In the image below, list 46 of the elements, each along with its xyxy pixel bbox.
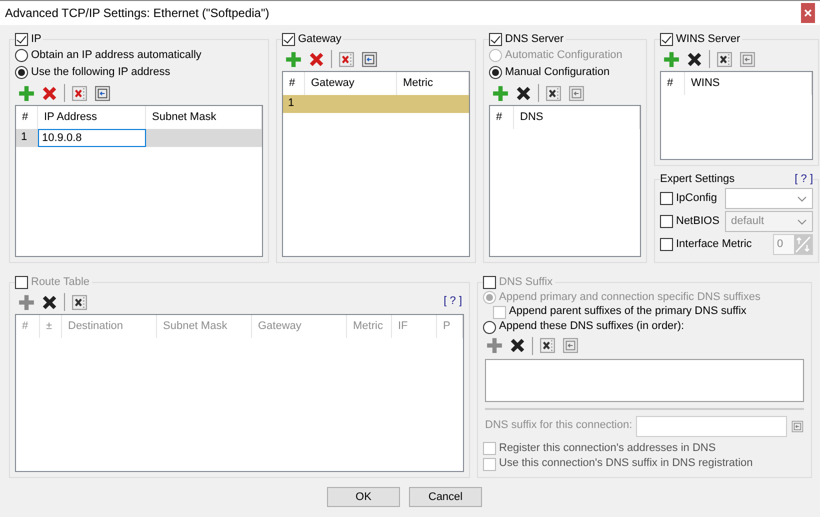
column-header[interactable]: DNS bbox=[514, 106, 640, 129]
import-icon[interactable] bbox=[361, 50, 378, 68]
radio-label[interactable]: Manual Configuration bbox=[505, 66, 610, 80]
table-cell-text: 1 bbox=[20, 131, 28, 145]
radio-label[interactable]: Use the following IP address bbox=[31, 66, 170, 80]
import-icon[interactable] bbox=[791, 420, 804, 433]
plus-icon[interactable] bbox=[663, 50, 680, 68]
radio-button[interactable] bbox=[489, 66, 502, 79]
number-value: 0 bbox=[777, 238, 784, 252]
column-header[interactable]: WINS bbox=[685, 72, 812, 95]
plus-icon[interactable] bbox=[18, 84, 35, 102]
table-cell-text: 1 bbox=[287, 97, 296, 111]
suffix-field[interactable] bbox=[636, 416, 788, 437]
table-row[interactable]: 1 bbox=[283, 95, 469, 113]
checkbox-label[interactable]: WINS Server bbox=[676, 32, 740, 47]
cancel-button[interactable]: Cancel bbox=[409, 487, 482, 507]
clear-list-icon[interactable] bbox=[338, 50, 355, 68]
plus-icon[interactable] bbox=[492, 84, 509, 102]
checkbox-label[interactable]: IP bbox=[31, 32, 42, 47]
checkbox-label[interactable]: DNS Server bbox=[505, 32, 564, 47]
window-title: Advanced TCP/IP Settings: Ethernet ("Softpedia") bbox=[5, 6, 270, 20]
clear-list-icon[interactable] bbox=[71, 84, 88, 102]
column-header[interactable]: # bbox=[490, 106, 514, 129]
checkbox[interactable] bbox=[660, 33, 673, 46]
field-label: DNS suffix for this connection: bbox=[485, 419, 632, 433]
plus-icon[interactable] bbox=[285, 50, 302, 68]
checkbox-label[interactable]: IpConfig bbox=[676, 192, 717, 206]
close-icon[interactable] bbox=[804, 9, 812, 17]
checkbox[interactable] bbox=[15, 33, 28, 46]
radio-label[interactable]: Obtain an IP address automatically bbox=[31, 48, 202, 62]
chevron-down-icon[interactable] bbox=[797, 196, 807, 202]
dropdown-value: default bbox=[731, 214, 764, 228]
checkbox[interactable] bbox=[660, 192, 673, 205]
ip-address-field[interactable]: 10.9.0.8 bbox=[38, 129, 146, 147]
checkbox[interactable] bbox=[489, 33, 502, 46]
help-link[interactable]: [ ? ] bbox=[794, 172, 813, 187]
close-button[interactable] bbox=[801, 3, 815, 23]
checkbox[interactable] bbox=[282, 33, 295, 46]
ok-button[interactable]: OK bbox=[327, 487, 400, 507]
table-row[interactable]: 1 10.9.0.8 bbox=[16, 129, 262, 147]
column-header[interactable]: # bbox=[661, 72, 685, 95]
import-icon[interactable] bbox=[94, 84, 111, 102]
checkbox-label[interactable]: Gateway bbox=[298, 32, 342, 47]
radio-button[interactable] bbox=[15, 49, 28, 62]
radio-button[interactable] bbox=[15, 66, 28, 79]
section-title: Expert Settings bbox=[660, 172, 735, 187]
